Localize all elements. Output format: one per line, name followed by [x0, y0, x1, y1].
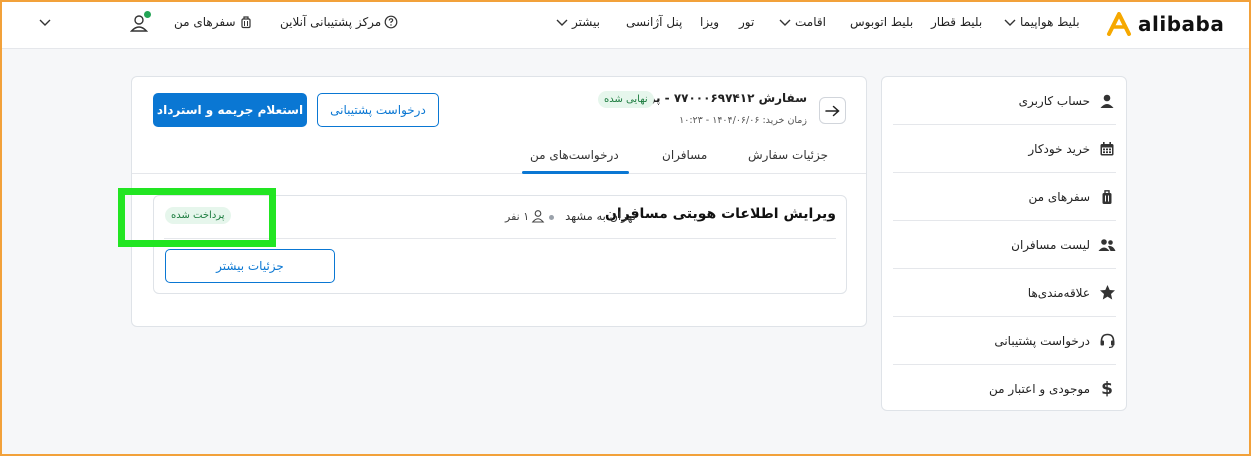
highlight-box	[118, 188, 276, 247]
sidebar-item-label: علاقه‌مندی‌ها	[1027, 285, 1090, 300]
more-details-button[interactable]: جزئیات بیشتر	[165, 249, 335, 283]
help-circle-icon	[384, 15, 398, 29]
alibaba-logo[interactable]: alibaba	[1106, 8, 1224, 40]
user-icon	[1098, 92, 1116, 110]
sidebar-item-label: حساب کاربری	[1018, 93, 1090, 108]
chevron-down-icon	[556, 19, 568, 26]
account-sidebar: حساب کاربری خرید خودکار سفرهای من لیست م…	[881, 76, 1127, 411]
tab-passengers[interactable]: مسافران	[662, 148, 707, 162]
nav-visa-label: ویزا	[700, 15, 720, 29]
tab-my-requests[interactable]: درخواست‌های من	[530, 148, 619, 162]
nav-agency-label: پنل آژانسی	[626, 15, 683, 29]
nav-support-label: مرکز پشتیبانی آنلاین	[280, 15, 382, 29]
chevron-down-icon	[39, 19, 51, 26]
active-tab-indicator	[522, 171, 629, 174]
nav-visa[interactable]: ویزا	[700, 12, 719, 32]
sidebar-item-label: لیست مسافران	[1011, 237, 1090, 252]
sidebar-item-label: درخواست پشتیبانی	[994, 333, 1090, 348]
suitcase-icon	[240, 16, 251, 29]
tab-order-details[interactable]: جزئیات سفارش	[748, 148, 828, 162]
passenger-count-label: ۱ نفر	[505, 209, 530, 223]
nav-tour[interactable]: تور	[739, 12, 754, 32]
sidebar-item-label: موجودی و اعتبار من	[989, 381, 1090, 396]
back-button[interactable]	[819, 97, 846, 124]
nav-train-label: بلیط قطار	[931, 15, 983, 29]
sidebar-item-label: سفرهای من	[1028, 189, 1091, 204]
sidebar-item-my-trips[interactable]: سفرهای من	[893, 173, 1116, 220]
order-date: زمان خرید: ۱۴۰۴/۰۶/۰۶ - ۱۰:۲۳	[679, 115, 807, 126]
alibaba-logo-icon	[1107, 12, 1131, 36]
nav-bus-label: بلیط اتوبوس	[850, 15, 914, 29]
nav-more-label: بیشتر	[572, 15, 600, 29]
user-account-button[interactable]	[124, 10, 154, 34]
sidebar-item-support[interactable]: درخواست پشتیبانی	[893, 317, 1116, 364]
nav-more[interactable]: بیشتر	[555, 12, 600, 32]
nav-train[interactable]: بلیط قطار	[931, 12, 982, 32]
sidebar-item-label: خرید خودکار	[1028, 141, 1090, 156]
chevron-down-icon	[1004, 19, 1016, 26]
request-title: ویرایش اطلاعات هویتی مسافران	[604, 206, 836, 222]
nav-flight[interactable]: بلیط هواپیما	[1003, 12, 1080, 32]
person-icon	[531, 210, 545, 223]
calendar-icon	[1098, 140, 1116, 158]
nav-support-center[interactable]: مرکز پشتیبانی آنلاین	[280, 12, 398, 32]
top-header: alibaba بلیط هواپیما بلیط قطار بلیط اتوب…	[2, 2, 1249, 49]
passenger-count: ۱ نفر	[505, 208, 545, 224]
status-badge: نهایی شده	[598, 91, 654, 108]
nav-stay-label: اقامت	[795, 15, 826, 29]
sidebar-item-account[interactable]: حساب کاربری	[893, 77, 1116, 124]
star-icon	[1098, 284, 1116, 302]
nav-bus[interactable]: بلیط اتوبوس	[850, 12, 913, 32]
nav-tour-label: تور	[739, 15, 755, 29]
nav-flight-label: بلیط هواپیما	[1020, 15, 1080, 29]
order-title: سفارش ۷۷۰۰۰۶۹۷۴۱۲ - پرواز	[630, 91, 807, 105]
nav-stay[interactable]: اقامت	[778, 12, 826, 32]
logo-text: alibaba	[1138, 12, 1225, 36]
arrow-right-icon	[825, 105, 840, 116]
sidebar-item-favorites[interactable]: علاقه‌مندی‌ها	[893, 269, 1116, 316]
nav-my-trips[interactable]: سفرهای من	[174, 12, 253, 32]
header-dropdown-toggle[interactable]	[38, 12, 52, 32]
nav-my-trips-label: سفرهای من	[174, 15, 236, 29]
order-tabs: جزئیات سفارش مسافران درخواست‌های من	[132, 140, 866, 174]
sidebar-item-passengers[interactable]: لیست مسافران	[893, 221, 1116, 268]
chevron-down-icon	[779, 19, 791, 26]
sidebar-item-balance[interactable]: موجودی و اعتبار من $	[893, 365, 1116, 412]
users-icon	[1098, 236, 1116, 254]
request-route: تهران به مشهد	[565, 209, 636, 223]
separator-dot	[549, 215, 554, 220]
suitcase-icon	[1098, 188, 1116, 206]
support-request-button[interactable]: درخواست پشتیبانی	[317, 93, 439, 127]
sidebar-item-auto-purchase[interactable]: خرید خودکار	[893, 125, 1116, 172]
dollar-icon: $	[1101, 378, 1113, 399]
refund-inquiry-button[interactable]: استعلام جریمه و استرداد	[153, 93, 307, 127]
headset-icon	[1098, 332, 1116, 350]
verified-badge-icon	[143, 10, 152, 19]
nav-agency[interactable]: پنل آژانسی	[626, 12, 682, 32]
